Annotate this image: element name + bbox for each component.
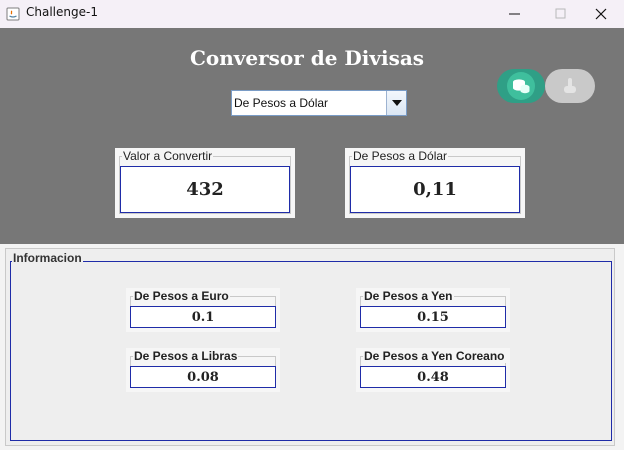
conversion-select-value: De Pesos a Dólar — [234, 96, 329, 110]
result-field: 0,11 — [350, 166, 520, 213]
amount-field[interactable]: 432 — [120, 166, 290, 213]
rate-pounds-value: 0.08 — [130, 366, 276, 388]
output-panel-label: De Pesos a Dólar — [352, 149, 449, 163]
rate-euro-label: De Pesos a Euro — [133, 289, 230, 303]
info-panel-title: Informacion — [12, 251, 83, 265]
window-title: Challenge-1 — [26, 5, 98, 19]
java-icon — [6, 6, 20, 21]
input-panel-label: Valor a Convertir — [122, 149, 214, 163]
output-panel: De Pesos a Dólar 0,11 — [345, 148, 525, 218]
rate-euro: De Pesos a Euro 0.1 — [126, 288, 280, 332]
close-icon — [595, 8, 607, 20]
main-panel: Conversor de Divisas De Pesos a Dólar Va… — [0, 28, 624, 244]
currency-mode-toggle[interactable] — [497, 69, 545, 103]
input-panel: Valor a Convertir 432 — [115, 148, 295, 218]
title-bar: Challenge-1 — [0, 0, 624, 29]
info-panel: Informacion De Pesos a Euro 0.1 De Pesos… — [5, 248, 615, 446]
rate-korean-won-value: 0.48 — [360, 366, 506, 388]
page-title: Conversor de Divisas — [189, 46, 425, 70]
hand-icon — [564, 78, 576, 93]
rate-euro-value: 0.1 — [130, 306, 276, 328]
close-button[interactable] — [578, 0, 624, 28]
info-panel-frame — [10, 261, 612, 441]
maximize-icon — [555, 8, 566, 19]
alternate-mode-toggle[interactable] — [545, 69, 595, 103]
minimize-icon — [509, 13, 520, 15]
conversion-select[interactable]: De Pesos a Dólar — [231, 90, 407, 116]
chevron-down-icon[interactable] — [386, 91, 406, 115]
rate-pounds: De Pesos a Libras 0.08 — [126, 348, 280, 392]
coins-icon — [513, 79, 530, 94]
minimize-button[interactable] — [492, 0, 538, 28]
rate-yen-value: 0.15 — [360, 306, 506, 328]
rate-korean-won: De Pesos a Yen Coreano 0.48 — [356, 348, 510, 392]
rate-yen-label: De Pesos a Yen — [363, 289, 454, 303]
rate-pounds-label: De Pesos a Libras — [133, 349, 239, 363]
rate-korean-won-label: De Pesos a Yen Coreano — [363, 349, 506, 363]
rate-yen: De Pesos a Yen 0.15 — [356, 288, 510, 332]
